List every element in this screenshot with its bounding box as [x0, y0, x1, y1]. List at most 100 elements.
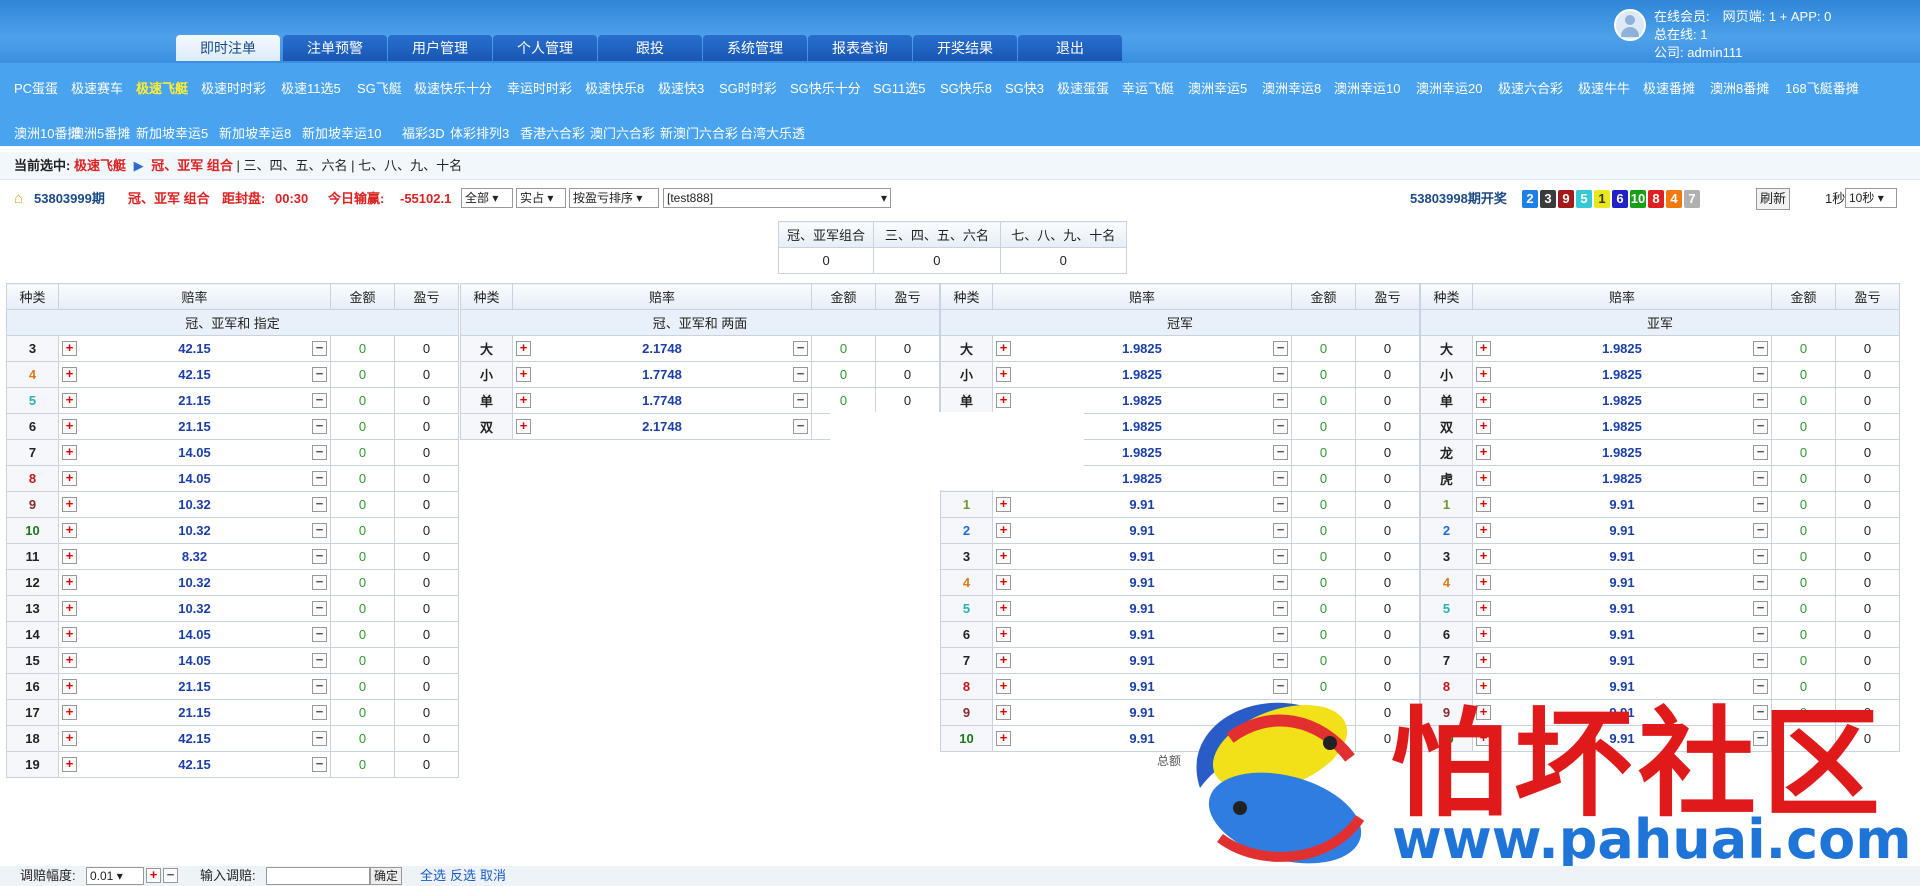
odds-minus-button[interactable]: − — [1273, 731, 1288, 746]
odds-plus-button[interactable]: + — [996, 575, 1011, 590]
odds-value[interactable]: 1.9825 — [1122, 393, 1162, 408]
game-item[interactable]: 极速快3 — [658, 78, 704, 97]
odds-minus-button[interactable]: − — [312, 653, 327, 668]
odds-minus-button[interactable]: − — [312, 419, 327, 434]
odds-minus-button[interactable]: − — [1753, 601, 1768, 616]
odds-minus-button[interactable]: − — [312, 549, 327, 564]
game-item[interactable]: 澳洲5番摊 — [71, 123, 130, 142]
odds-minus-button[interactable]: − — [312, 757, 327, 772]
odds-minus-button[interactable]: − — [312, 523, 327, 538]
adjust-input[interactable] — [266, 867, 370, 885]
odds-value[interactable]: 9.91 — [1129, 575, 1154, 590]
odds-plus-button[interactable]: + — [1476, 341, 1491, 356]
crumb-current-play[interactable]: 冠、亚军 组合 — [151, 158, 233, 173]
odds-value[interactable]: 9.91 — [1609, 705, 1634, 720]
select-all-link[interactable]: 全选 — [420, 866, 446, 886]
odds-value[interactable]: 9.91 — [1609, 575, 1634, 590]
odds-minus-button[interactable]: − — [1753, 627, 1768, 642]
odds-value[interactable]: 14.05 — [178, 627, 211, 642]
odds-value[interactable]: 14.05 — [178, 471, 211, 486]
odds-minus-button[interactable]: − — [793, 419, 808, 434]
odds-minus-button[interactable]: − — [1753, 575, 1768, 590]
tab-7[interactable]: 开奖结果 — [913, 35, 1017, 61]
game-item[interactable]: 香港六合彩 — [520, 123, 585, 142]
game-item[interactable]: 极速快乐十分 — [414, 78, 492, 97]
odds-minus-button[interactable]: − — [1753, 393, 1768, 408]
odds-minus-button[interactable]: − — [1753, 445, 1768, 460]
odds-value[interactable]: 9.91 — [1609, 497, 1634, 512]
odds-value[interactable]: 14.05 — [178, 445, 211, 460]
odds-plus-button[interactable]: + — [62, 471, 77, 486]
game-item[interactable]: 极速时时彩 — [201, 78, 266, 97]
step-plus-button[interactable]: + — [146, 868, 161, 883]
game-item[interactable]: 极速快乐8 — [585, 78, 644, 97]
confirm-button[interactable]: 确定 — [370, 867, 403, 885]
odds-plus-button[interactable]: + — [1476, 653, 1491, 668]
odds-plus-button[interactable]: + — [516, 367, 531, 382]
odds-minus-button[interactable]: − — [312, 731, 327, 746]
odds-value[interactable]: 1.9825 — [1122, 471, 1162, 486]
odds-plus-button[interactable]: + — [62, 705, 77, 720]
odds-value[interactable]: 21.15 — [178, 393, 211, 408]
odds-plus-button[interactable]: + — [62, 757, 77, 772]
odds-minus-button[interactable]: − — [1753, 653, 1768, 668]
game-item[interactable]: 新加坡幸运10 — [302, 123, 381, 142]
odds-plus-button[interactable]: + — [1476, 679, 1491, 694]
odds-value[interactable]: 9.91 — [1609, 731, 1634, 746]
odds-plus-button[interactable]: + — [1476, 549, 1491, 564]
odds-value[interactable]: 21.15 — [178, 705, 211, 720]
odds-minus-button[interactable]: − — [1273, 471, 1288, 486]
odds-minus-button[interactable]: − — [312, 705, 327, 720]
sort-select[interactable]: 按盈亏排序 ▾ — [569, 188, 659, 208]
odds-minus-button[interactable]: − — [1273, 679, 1288, 694]
odds-plus-button[interactable]: + — [516, 341, 531, 356]
tab-4[interactable]: 跟投 — [598, 35, 702, 61]
game-item[interactable]: 新加坡幸运5 — [136, 123, 208, 142]
odds-minus-button[interactable]: − — [1273, 601, 1288, 616]
odds-minus-button[interactable]: − — [1273, 367, 1288, 382]
odds-plus-button[interactable]: + — [1476, 601, 1491, 616]
game-item[interactable]: 168飞艇番摊 — [1785, 78, 1859, 97]
game-item[interactable]: 新澳门六合彩 — [660, 123, 738, 142]
odds-minus-button[interactable]: − — [793, 341, 808, 356]
odds-minus-button[interactable]: − — [312, 471, 327, 486]
odds-minus-button[interactable]: − — [1273, 627, 1288, 642]
odds-value[interactable]: 9.91 — [1129, 549, 1154, 564]
odds-plus-button[interactable]: + — [996, 601, 1011, 616]
odds-minus-button[interactable]: − — [1753, 341, 1768, 356]
odds-plus-button[interactable]: + — [62, 731, 77, 746]
odds-plus-button[interactable]: + — [1476, 419, 1491, 434]
game-item[interactable]: 极速赛车 — [71, 78, 123, 97]
interval-select[interactable]: 10秒 ▾ — [1845, 188, 1897, 208]
odds-value[interactable]: 1.9825 — [1602, 393, 1642, 408]
share-select[interactable]: 实占 ▾ — [516, 188, 566, 208]
game-item[interactable]: 福彩3D — [402, 123, 445, 142]
odds-value[interactable]: 1.7748 — [642, 367, 682, 382]
odds-plus-button[interactable]: + — [1476, 445, 1491, 460]
game-item[interactable]: 澳洲幸运10 — [1334, 78, 1400, 97]
odds-value[interactable]: 1.9825 — [1122, 419, 1162, 434]
odds-minus-button[interactable]: − — [1753, 367, 1768, 382]
odds-plus-button[interactable]: + — [62, 575, 77, 590]
odds-minus-button[interactable]: − — [1273, 705, 1288, 720]
filter-all-select[interactable]: 全部 ▾ — [461, 188, 513, 208]
odds-plus-button[interactable]: + — [62, 627, 77, 642]
tab-0[interactable]: 即时注单 — [176, 35, 280, 61]
odds-plus-button[interactable]: + — [516, 393, 531, 408]
odds-minus-button[interactable]: − — [312, 341, 327, 356]
odds-minus-button[interactable]: − — [1273, 393, 1288, 408]
odds-value[interactable]: 9.91 — [1609, 601, 1634, 616]
game-item[interactable]: SG快3 — [1005, 78, 1044, 97]
odds-plus-button[interactable]: + — [516, 419, 531, 434]
game-item[interactable]: SG飞艇 — [357, 78, 402, 97]
odds-value[interactable]: 1.9825 — [1122, 341, 1162, 356]
odds-minus-button[interactable]: − — [312, 393, 327, 408]
odds-value[interactable]: 42.15 — [178, 757, 211, 772]
game-item[interactable]: SG11选5 — [873, 78, 926, 97]
crumb-game[interactable]: 极速飞艇 — [74, 158, 126, 173]
odds-value[interactable]: 9.91 — [1609, 523, 1634, 538]
odds-minus-button[interactable]: − — [1753, 497, 1768, 512]
odds-plus-button[interactable]: + — [996, 523, 1011, 538]
odds-minus-button[interactable]: − — [1753, 471, 1768, 486]
odds-plus-button[interactable]: + — [996, 731, 1011, 746]
